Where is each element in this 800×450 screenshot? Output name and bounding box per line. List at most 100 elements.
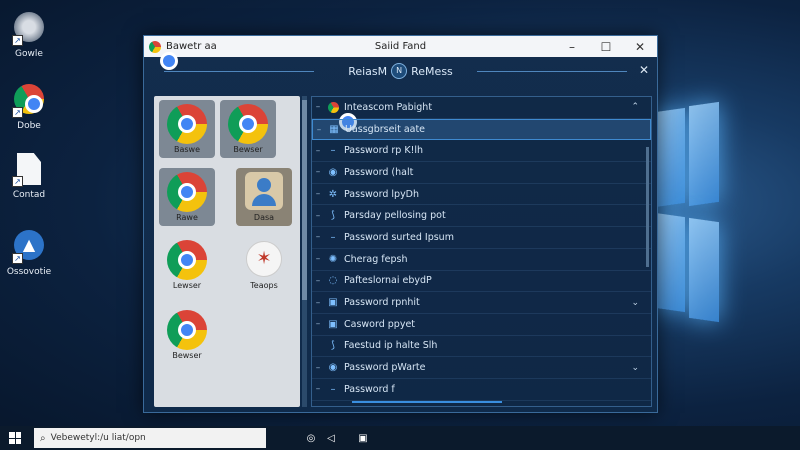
list-item[interactable]: – ⟆ Parsday pellosing pot [312,205,651,228]
box-icon: ▣ [328,318,338,330]
list-item[interactable]: – ▣ Casword ppyet [312,314,651,336]
password-list: – Inteascom Pabight ⌃ – ▦ Uassgbrseit aa… [311,96,652,407]
box-icon: ▣ [328,297,338,309]
maximize-button[interactable]: ☐ [589,40,623,54]
list-scrollbar[interactable] [646,147,649,267]
windows-logo-wallpaper [655,101,725,323]
task-view-icon[interactable]: ◎ [302,429,320,447]
tile-panel-scrollbar[interactable] [302,96,307,407]
close-button[interactable]: ✕ [623,40,657,54]
settings-icon: ✺ [328,253,338,265]
header-left-text: ReiasM [348,64,388,78]
dash-icon: – [316,124,322,135]
desktop-icon-label: Dobe [17,121,41,131]
list-footer-accent [352,401,502,403]
desktop-icon-label: Gowle [15,49,43,59]
shield-icon: ◉ [328,166,338,178]
dash-icon: – [315,210,321,221]
hook-icon: ⟆ [331,210,335,222]
list-item-label: Pafteslornai ebydP [344,275,432,287]
list-item[interactable]: – ▣ Password rpnhit ⌄ [312,292,651,314]
dash-icon: – [315,254,321,265]
list-item-label: Password f [344,383,395,395]
desktop-icon-contad[interactable]: ↗ Contad [6,152,52,200]
chrome-icon [167,310,207,350]
shield-icon: ◉ [328,362,338,374]
list-item-label: Uassgbrseit aate [345,124,426,136]
scrollbar-thumb[interactable] [302,100,307,300]
tile-bewser[interactable]: Bewser [220,100,276,158]
list-item-label: Password pWarte [344,362,426,374]
tile-dasa[interactable]: Dasa [236,168,292,226]
tile-lewser[interactable]: Lewser [159,236,215,294]
search-text: Vebewetyl:/u liat/opn [50,433,146,443]
dash-icon: – [315,232,321,243]
chevron-up-icon[interactable]: ⌃ [631,102,639,112]
speaker-icon[interactable]: ◁ [322,429,340,447]
window-app-icon[interactable]: ▣ [354,429,372,447]
taskbar: ⌕ Vebewetyl:/u liat/opn ◎ ◁ ▣ [0,426,800,450]
list-item-label: Password surted Ipsum [344,231,454,243]
chevron-down-icon[interactable]: ⌄ [631,363,639,373]
dash-icon: – [330,231,336,243]
dash-icon: – [315,145,321,156]
tile-label: Lewser [172,281,202,290]
tile-label: Rawe [176,213,198,222]
list-item[interactable]: – ▦ Uassgbrseit aate [312,118,651,141]
list-item[interactable]: – Inteascom Pabight ⌃ [312,97,651,131]
desktop-icon-dobe[interactable]: ↗ Dobe [6,82,52,131]
dash-icon: – [315,102,321,113]
list-item-label: Cherag fepsh [344,253,408,265]
dash-icon: – [315,275,321,286]
dash-icon: – [315,362,321,373]
list-item-label: Faestud ip halte Slh [344,340,438,352]
list-item[interactable]: – ◌ Pafteslornai ebydP [312,271,651,293]
tile-rawe[interactable]: Rawe [159,168,215,226]
chrome-icon [326,100,357,131]
list-item[interactable]: – ✺ Cherag fepsh [312,249,651,271]
list-item[interactable]: – – Password surted Ipsum [312,227,651,249]
taskbar-search-box[interactable]: ⌕ Vebewetyl:/u liat/opn [34,428,266,448]
start-button[interactable] [0,432,30,444]
chrome-icon [167,172,207,212]
chrome-icon: ↗ [12,84,46,118]
list-item[interactable]: – – Password f [312,379,651,401]
search-icon: ⌕ [40,432,46,444]
list-item[interactable]: – ✲ Password lpyDh [312,184,651,206]
header-divider-right [477,71,627,72]
list-item-label: Password lpyDh [344,188,420,200]
desktop-icon-label: Ossovotie [6,267,52,277]
panel-close-button[interactable]: ✕ [639,63,649,77]
network-icon: ✶ [246,241,282,277]
list-item[interactable]: ⟆ Faestud ip halte Slh [312,336,651,358]
tile-baswe[interactable]: Baswe [159,100,215,158]
minimize-button[interactable]: – [555,40,589,54]
gear-icon: ✲ [328,188,338,200]
chevron-down-icon[interactable]: ⌄ [631,298,639,308]
document-icon: ↗ [12,153,46,187]
list-item[interactable]: – ◉ Password (halt [312,162,651,184]
title-bar[interactable]: Bawetr aa Saiid Fand – ☐ ✕ [144,36,657,70]
windows-start-icon [9,432,21,444]
list-item[interactable]: – – Password rp K!lh [312,140,651,163]
desktop-icon-gowle[interactable]: ↗ Gowle [6,10,52,59]
list-item-label: Password (halt [344,166,414,178]
tile-label: Bewser [233,145,263,154]
tile-bewser-2[interactable]: Bewser [159,306,215,364]
list-item-label: Inteascom Pabight [344,101,433,113]
header-right-text: ReMess [411,64,453,78]
header-badge: N [391,63,408,79]
tile-label: Dasa [253,213,275,222]
tile-teaops[interactable]: ✶ Teaops [236,236,292,294]
dash-icon: – [315,319,321,330]
list-item-label: Password rpnhit [344,297,420,309]
desktop-icon-ossovotie[interactable]: ▲ ↗ Ossovotie [6,228,52,277]
dash-icon: – [330,145,336,157]
chrome-icon [167,240,207,280]
tile-label: Teaops [250,281,278,290]
list-item[interactable]: – ◉ Password pWarte ⌄ [312,357,651,379]
app-tile-panel: Baswe Bewser Rawe Dasa Lewser ✶ Teaops B… [154,96,300,407]
desktop-icon-label: Contad [12,190,46,200]
chrome-icon: ↗ [12,12,46,46]
dash-icon: – [315,189,321,200]
